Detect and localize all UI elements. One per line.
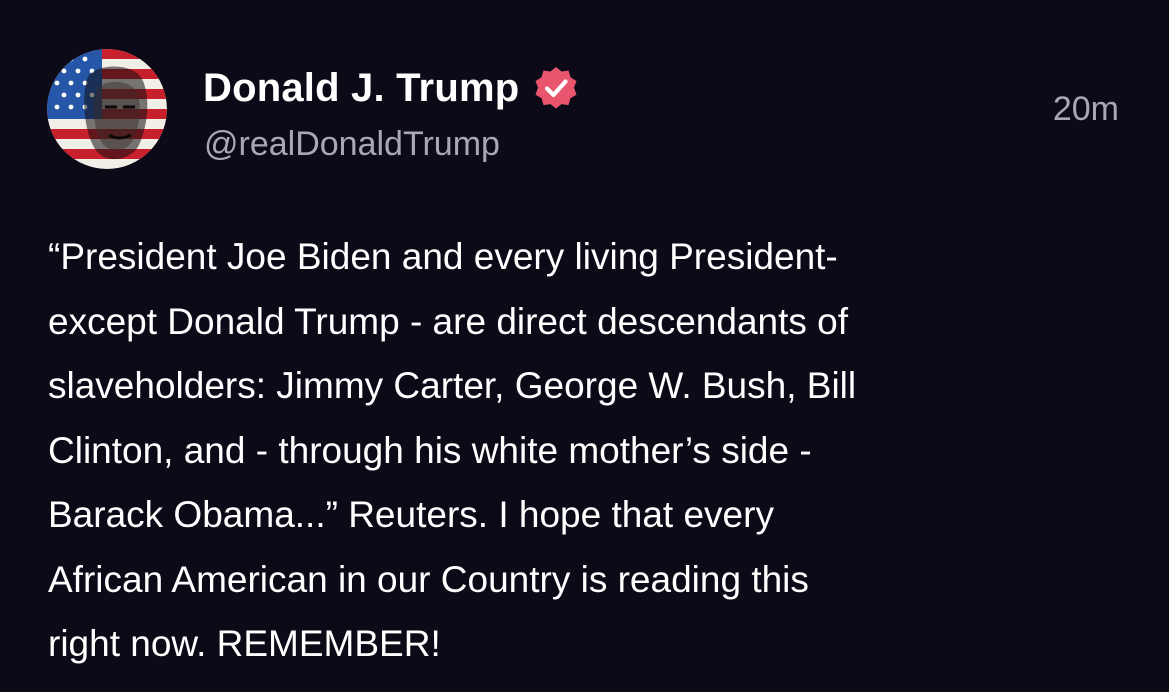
author-name-row: Donald J. Trump — [203, 62, 581, 114]
verified-badge-icon — [531, 63, 581, 113]
post-card: Donald J. Trump @realDonaldTrump 20m “Pr… — [0, 0, 1169, 692]
post-body-text: “President Joe Biden and every living Pr… — [48, 236, 857, 664]
flag-portrait-avatar-icon — [47, 49, 167, 169]
author-display-name[interactable]: Donald J. Trump — [203, 66, 519, 111]
author-handle[interactable]: @realDonaldTrump — [204, 125, 500, 164]
post-timestamp[interactable]: 20m — [1053, 90, 1119, 129]
author-avatar[interactable] — [47, 49, 167, 169]
